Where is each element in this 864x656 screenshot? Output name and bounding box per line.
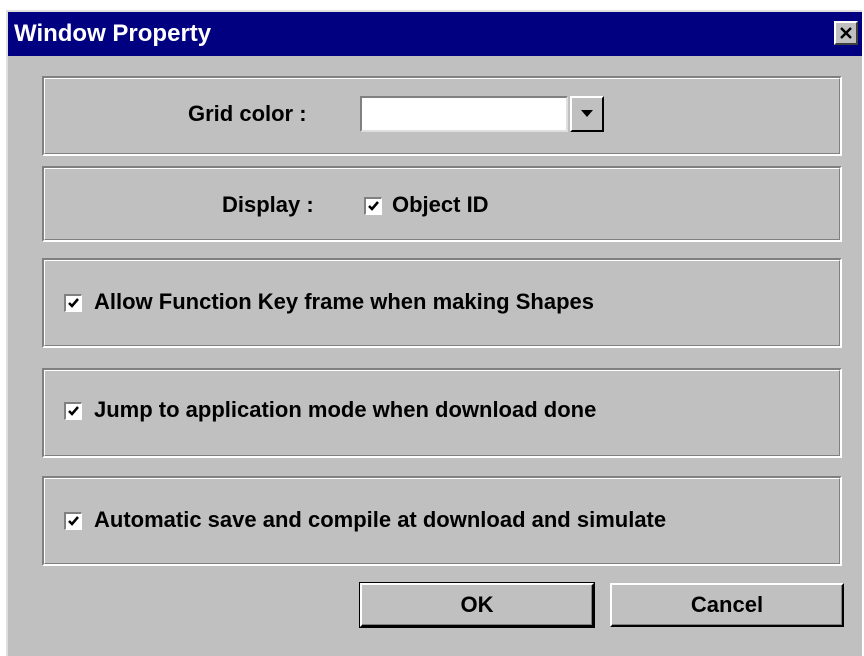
- check-icon: [368, 201, 379, 211]
- window-title: Window Property: [14, 20, 212, 47]
- check-icon: [68, 406, 79, 416]
- auto-save-label: Automatic save and compile at download a…: [94, 507, 667, 532]
- display-label: Display :: [222, 192, 314, 217]
- display-group: Display : Object ID: [42, 166, 842, 242]
- check-icon: [68, 298, 79, 308]
- function-key-checkbox[interactable]: [64, 294, 82, 312]
- close-icon: [840, 27, 852, 39]
- title-bar[interactable]: Window Property: [8, 12, 862, 56]
- object-id-checkbox[interactable]: [364, 197, 382, 215]
- jump-application-label: Jump to application mode when download d…: [94, 397, 597, 422]
- grid-color-label: Grid color :: [188, 101, 307, 126]
- option-group-auto-save: Automatic save and compile at download a…: [42, 476, 842, 566]
- jump-application-checkbox[interactable]: [64, 402, 82, 420]
- object-id-label: Object ID: [392, 192, 489, 217]
- close-button[interactable]: [834, 21, 858, 45]
- grid-color-field[interactable]: [360, 96, 568, 132]
- auto-save-checkbox[interactable]: [64, 512, 82, 530]
- grid-color-group: Grid color :: [42, 76, 842, 156]
- function-key-label: Allow Function Key frame when making Sha…: [94, 289, 594, 314]
- cancel-button[interactable]: Cancel: [610, 583, 844, 627]
- check-icon: [68, 516, 79, 526]
- ok-button[interactable]: OK: [359, 582, 595, 628]
- option-group-jump-application: Jump to application mode when download d…: [42, 368, 842, 458]
- window-property-dialog: Window Property Grid color : Display : O…: [6, 10, 862, 656]
- grid-color-dropdown-button[interactable]: [570, 96, 604, 132]
- chevron-down-icon: [581, 110, 593, 117]
- option-group-function-key: Allow Function Key frame when making Sha…: [42, 258, 842, 348]
